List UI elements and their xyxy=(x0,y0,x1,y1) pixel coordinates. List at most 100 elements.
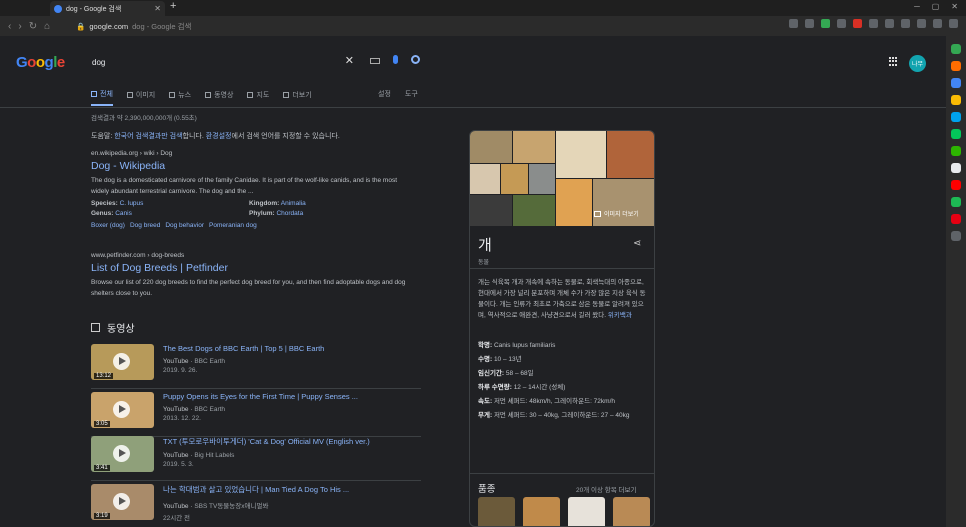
extension-icon[interactable] xyxy=(853,19,862,28)
tab-tools[interactable]: 도구 xyxy=(405,89,418,99)
clear-icon[interactable]: ✕ xyxy=(345,54,354,67)
forward-button[interactable]: › xyxy=(18,21,21,32)
video-thumbnail[interactable]: 13:12 xyxy=(91,344,154,380)
video-thumbnail[interactable]: 3:41 xyxy=(91,436,154,472)
sidebar-app-icon[interactable] xyxy=(951,146,961,156)
breed-item[interactable]: 저먼 셰퍼드 xyxy=(478,497,515,526)
video-thumbnail[interactable]: 3:19 xyxy=(91,484,154,520)
extension-icon[interactable] xyxy=(933,19,942,28)
fact-value[interactable]: Chordata xyxy=(276,210,303,217)
video-item[interactable]: 3:19 나는 학대범과 살고 있었습니다 | Man Tied A Dog To… xyxy=(91,484,421,522)
tab-5[interactable]: 더보기 xyxy=(283,89,312,106)
maximize-button[interactable]: ▢ xyxy=(932,2,940,11)
extension-icon[interactable] xyxy=(917,19,926,28)
sidebar-app-icon[interactable] xyxy=(951,112,961,122)
sidebar-app-icon[interactable] xyxy=(951,78,961,88)
extension-icon[interactable] xyxy=(821,19,830,28)
sidebar-app-icon[interactable] xyxy=(951,214,961,224)
tab-4[interactable]: 지도 xyxy=(247,89,269,106)
sidebar-app-icon[interactable] xyxy=(951,231,961,241)
minimize-button[interactable]: ─ xyxy=(914,2,920,11)
help-link-settings[interactable]: 환경설정 xyxy=(206,133,232,140)
play-icon[interactable] xyxy=(113,493,130,510)
tab-close-icon[interactable]: ✕ xyxy=(154,4,161,13)
dog-image[interactable] xyxy=(593,179,654,226)
breed-image[interactable] xyxy=(568,497,605,526)
sidebar-app-icon[interactable] xyxy=(951,197,961,207)
share-icon[interactable]: ⋖ xyxy=(633,238,641,249)
sitelink[interactable]: Dog breed xyxy=(130,222,160,229)
video-item[interactable]: 3:05 Puppy Opens its Eyes for the First T… xyxy=(91,392,421,428)
tab-2[interactable]: 뉴스 xyxy=(169,89,191,106)
result-title[interactable]: List of Dog Breeds | Petfinder xyxy=(91,262,411,274)
breed-image[interactable] xyxy=(478,497,515,526)
video-item[interactable]: 3:41 TXT (투모로우바이투게더) 'Cat & Dog' Official… xyxy=(91,436,421,472)
search-icon[interactable] xyxy=(411,55,420,64)
microphone-icon[interactable] xyxy=(393,55,398,64)
breeds-more-link[interactable]: 20개 이상 항목 더보기 xyxy=(576,484,637,494)
address-bar[interactable]: 🔒 google.com dog - Google 검색 xyxy=(76,19,286,33)
help-link-korean-only[interactable]: 한국어 검색결과만 검색 xyxy=(114,133,182,140)
home-button[interactable]: ⌂ xyxy=(44,21,50,32)
tab-0[interactable]: 전체 xyxy=(91,89,113,106)
video-item[interactable]: 13:12 The Best Dogs of BBC Earth | Top 5 … xyxy=(91,344,421,380)
video-title[interactable]: 나는 학대범과 살고 있었습니다 | Man Tied A Dog To His… xyxy=(163,484,349,495)
breed-item[interactable]: 푸들 xyxy=(568,497,605,526)
tab-settings[interactable]: 설정 xyxy=(378,89,391,99)
fact-value[interactable]: Animalia xyxy=(281,200,306,207)
avatar[interactable]: 나무 xyxy=(909,55,926,72)
extension-icon[interactable] xyxy=(949,19,958,28)
dog-image[interactable] xyxy=(470,195,512,226)
play-icon[interactable] xyxy=(113,401,130,418)
fact-value[interactable]: C. lupus xyxy=(120,200,144,207)
sidebar-app-icon[interactable] xyxy=(951,129,961,139)
dog-image[interactable] xyxy=(501,164,528,194)
breed-image[interactable] xyxy=(523,497,560,526)
sidebar-app-icon[interactable] xyxy=(951,163,961,173)
extension-icon[interactable] xyxy=(885,19,894,28)
new-tab-button[interactable]: + xyxy=(170,0,176,12)
extension-icon[interactable] xyxy=(805,19,814,28)
result-url[interactable]: en.wikipedia.org › wiki › Dog xyxy=(91,150,411,157)
reload-button[interactable]: ↻ xyxy=(29,21,37,32)
search-box[interactable]: dog ✕ xyxy=(82,50,428,74)
video-thumbnail[interactable]: 3:05 xyxy=(91,392,154,428)
sidebar-app-icon[interactable] xyxy=(951,95,961,105)
sitelink[interactable]: Boxer (dog) xyxy=(91,222,125,229)
video-title[interactable]: The Best Dogs of BBC Earth | Top 5 | BBC… xyxy=(163,344,324,353)
tab-1[interactable]: 이미지 xyxy=(126,89,155,106)
fact-value[interactable]: Canis xyxy=(115,210,132,217)
dog-image[interactable] xyxy=(556,179,592,226)
video-title[interactable]: Puppy Opens its Eyes for the First Time … xyxy=(163,392,358,401)
tab-3[interactable]: 동영상 xyxy=(205,89,233,106)
extension-icon[interactable] xyxy=(789,19,798,28)
dog-image[interactable] xyxy=(529,164,555,194)
browser-tab[interactable]: dog - Google 검색 ✕ xyxy=(50,1,165,16)
dog-image[interactable] xyxy=(513,195,555,226)
keyboard-icon[interactable] xyxy=(370,58,380,64)
breed-item[interactable]: 불도그 xyxy=(523,497,560,526)
dog-image[interactable] xyxy=(470,131,512,163)
sidebar-app-icon[interactable] xyxy=(951,61,961,71)
play-icon[interactable] xyxy=(113,445,130,462)
wikipedia-link[interactable]: 위키백과 xyxy=(608,312,632,319)
close-window-button[interactable]: ✕ xyxy=(951,2,958,11)
dog-image[interactable] xyxy=(470,164,500,194)
back-button[interactable]: ‹ xyxy=(8,21,11,32)
breed-image[interactable] xyxy=(613,497,650,526)
sidebar-app-icon[interactable] xyxy=(951,180,961,190)
dog-image[interactable] xyxy=(513,131,555,163)
result-url[interactable]: www.petfinder.com › dog-breeds xyxy=(91,252,411,259)
play-icon[interactable] xyxy=(113,353,130,370)
sidebar-app-icon[interactable] xyxy=(951,44,961,54)
extension-icon[interactable] xyxy=(837,19,846,28)
search-input[interactable]: dog xyxy=(92,58,105,67)
extension-icon[interactable] xyxy=(869,19,878,28)
google-logo[interactable]: Google xyxy=(16,54,65,71)
sitelink[interactable]: Dog behavior xyxy=(165,222,204,229)
dog-image[interactable] xyxy=(556,131,606,178)
more-images-link[interactable]: 이미지 더보기 xyxy=(594,209,639,218)
sitelink[interactable]: Pomeranian dog xyxy=(209,222,257,229)
dog-image[interactable] xyxy=(607,131,654,178)
video-title[interactable]: TXT (투모로우바이투게더) 'Cat & Dog' Official MV … xyxy=(163,436,370,447)
